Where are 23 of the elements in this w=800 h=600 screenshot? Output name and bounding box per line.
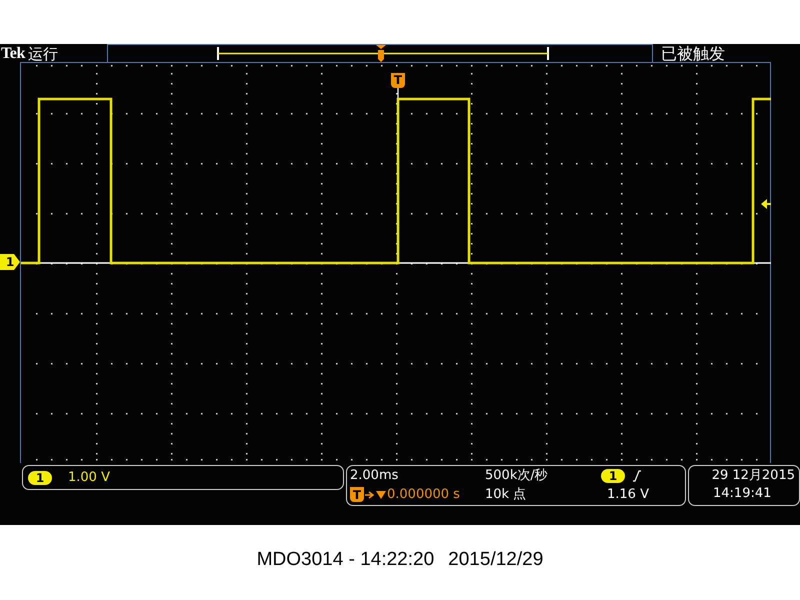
triangle-down-icon <box>376 490 386 499</box>
time-per-division: 2.00ms <box>350 467 400 485</box>
trigger-marker-small: T <box>350 487 364 502</box>
rising-edge-icon <box>633 470 641 482</box>
vertical-scale: 1.00 V <box>68 471 110 484</box>
horizontal-position: 0.000000 s <box>387 486 460 504</box>
caption-date: 2015/12/29 <box>448 548 544 572</box>
trigger-level-arrow-icon <box>761 199 771 209</box>
trigger-marker: T <box>391 72 405 88</box>
record-length: 10k 点 <box>485 486 528 504</box>
trigger-level: 1.16 V <box>606 486 650 504</box>
run-state: 运行 <box>28 47 58 62</box>
time: 14:19:41 <box>712 485 772 503</box>
trigger-status: 已被触发 <box>661 46 726 62</box>
trigger-channel-badge: 1 <box>601 469 625 484</box>
trigger-position-icon <box>376 45 386 63</box>
channel-badge: 1 <box>28 470 52 484</box>
sample-rate: 500k次/秒 <box>485 467 549 485</box>
caption-model-time: MDO3014 - 14:22:20 <box>256 548 434 572</box>
date: 29 12月2015 <box>712 467 795 485</box>
arrow-right-icon <box>365 490 375 499</box>
channel-marker: 1 <box>0 254 20 270</box>
brand-logo: Tek <box>1 46 26 62</box>
